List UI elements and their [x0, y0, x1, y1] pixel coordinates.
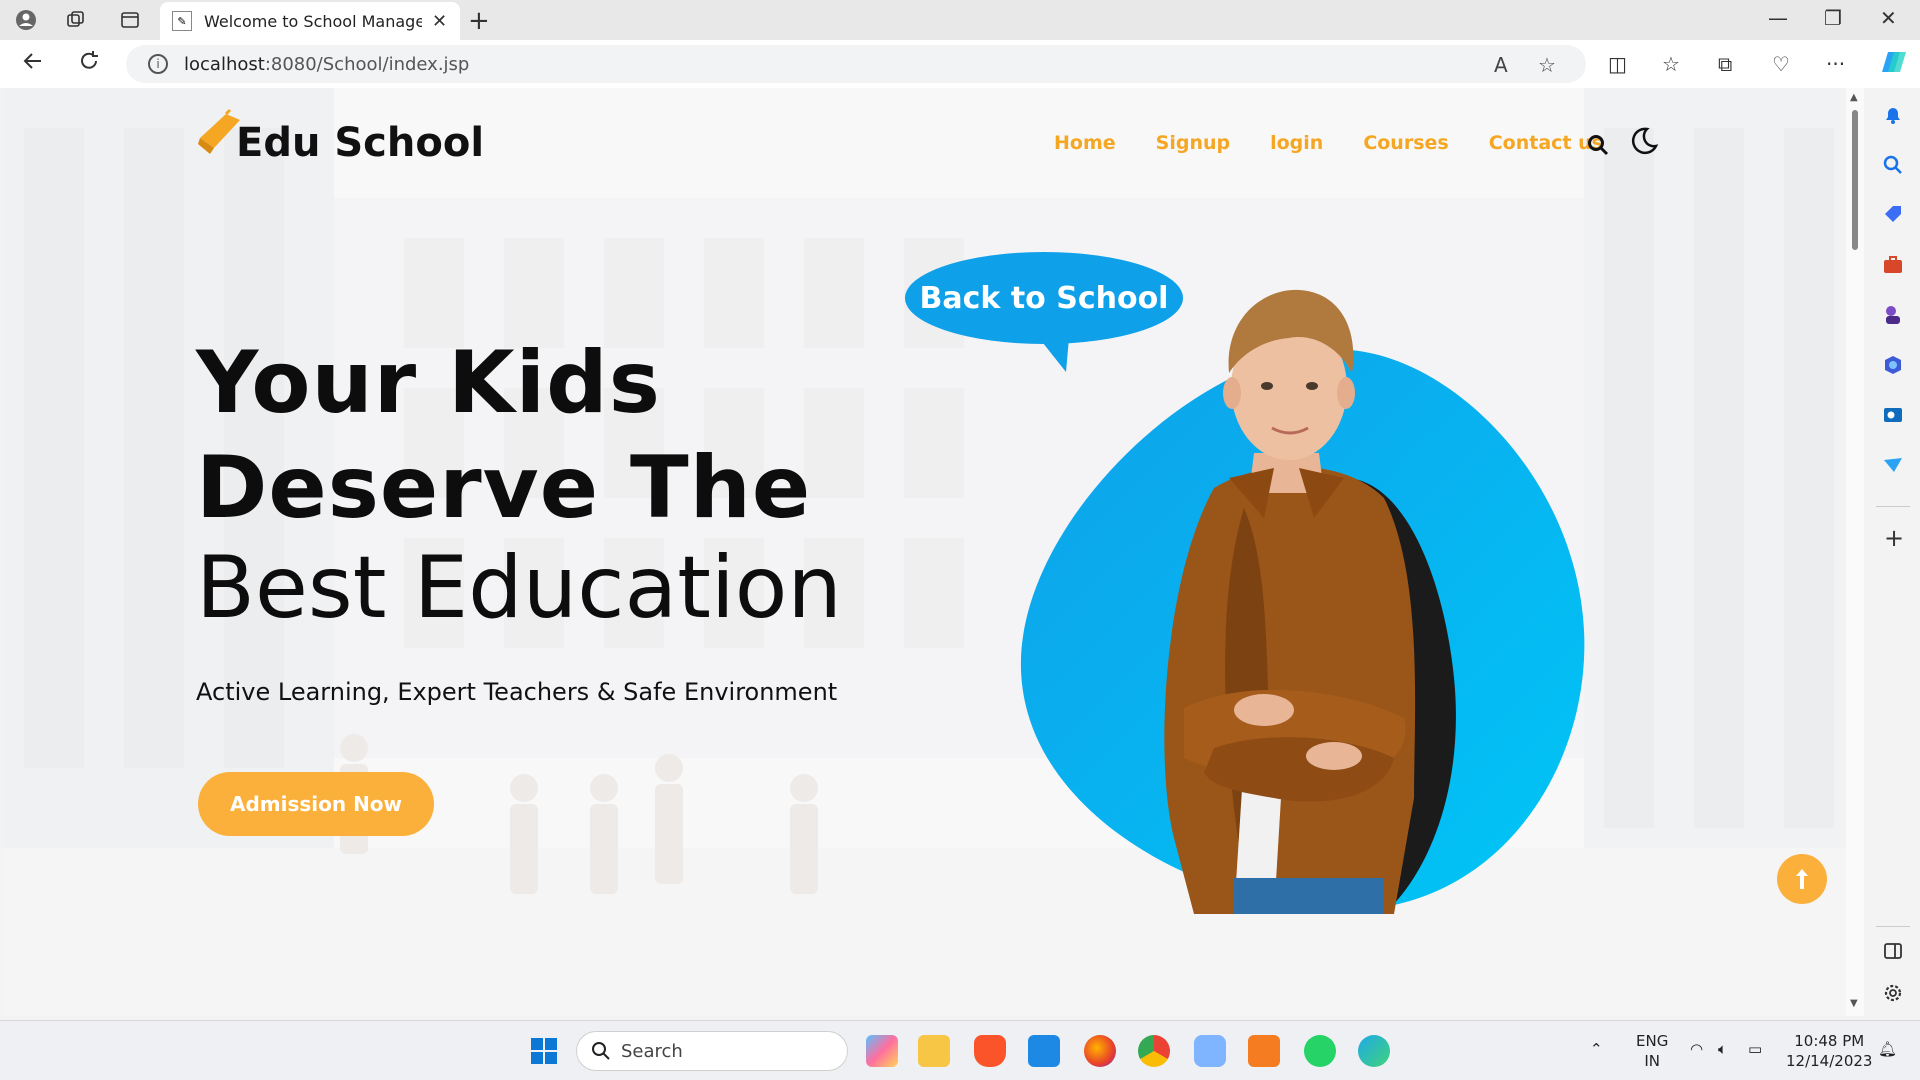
scroll-to-top-button[interactable] — [1777, 854, 1827, 904]
hero-line-2: Deserve The — [196, 438, 812, 538]
nav-login[interactable]: login — [1270, 132, 1323, 154]
vscode-icon[interactable] — [1028, 1035, 1060, 1067]
arrow-up-icon — [1796, 869, 1808, 889]
chrome-icon[interactable] — [1138, 1035, 1170, 1067]
taskbar-search-box[interactable]: Search — [576, 1031, 848, 1071]
close-tab-icon[interactable]: ✕ — [432, 11, 447, 32]
drop-send-icon[interactable] — [1882, 454, 1904, 476]
address-bar: i localhost:8080/School/index.jsp A ☆ ◫ … — [0, 40, 1920, 88]
taskbar-search-label: Search — [621, 1040, 683, 1062]
edge-sidebar: + — [1866, 88, 1920, 1016]
brave-browser-icon[interactable] — [974, 1035, 1006, 1067]
games-icon[interactable] — [1882, 304, 1904, 326]
dark-mode-moon-icon[interactable] — [1629, 126, 1659, 156]
firefox-icon[interactable] — [1084, 1035, 1116, 1067]
hero-line-3: Best Education — [196, 538, 842, 638]
sidebar-search-icon[interactable] — [1882, 154, 1904, 176]
hide-sidebar-icon[interactable] — [1882, 940, 1904, 962]
notification-bell-icon[interactable]: 🔔︎ — [1878, 1039, 1897, 1059]
hero-line-1: Your Kids — [196, 333, 661, 433]
shopping-tag-icon[interactable] — [1882, 204, 1904, 226]
more-options-icon[interactable]: ··· — [1826, 52, 1845, 76]
whatsapp-icon[interactable] — [1304, 1035, 1336, 1067]
nav-home[interactable]: Home — [1054, 132, 1116, 154]
edge-taskbar-icon[interactable] — [1358, 1035, 1390, 1067]
restore-icon[interactable]: ❐ — [1824, 6, 1842, 30]
file-explorer-icon[interactable] — [918, 1035, 950, 1067]
read-aloud-icon[interactable]: A — [1494, 53, 1508, 77]
nav-courses[interactable]: Courses — [1363, 132, 1448, 154]
copilot-icon[interactable] — [1880, 48, 1908, 81]
scroll-down-arrow-icon[interactable]: ▼ — [1850, 998, 1858, 1009]
tray-overflow-chevron-icon[interactable]: ⌃ — [1590, 1039, 1603, 1059]
url-host: localhost — [184, 53, 265, 75]
tab-title: Welcome to School Managemen — [204, 11, 422, 31]
tab-actions-icon[interactable] — [118, 8, 142, 32]
sidebar-divider — [1876, 506, 1910, 507]
sidebar-settings-gear-icon[interactable] — [1882, 982, 1904, 1004]
new-tab-icon[interactable]: + — [468, 6, 490, 36]
active-tab[interactable]: ✎ Welcome to School Managemen ✕ — [160, 2, 460, 40]
windows-taskbar: Search ⌃ ENG IN ◠ 🔈︎ ▭ 10:48 PM 12/14/20… — [0, 1020, 1920, 1080]
site-info-icon[interactable]: i — [148, 54, 168, 74]
battery-icon[interactable]: ▭ — [1748, 1039, 1762, 1059]
site-logo[interactable]: Edu School — [196, 100, 484, 166]
hero-subtitle: Active Learning, Expert Teachers & Safe … — [196, 678, 838, 706]
search-icon[interactable] — [1587, 134, 1609, 156]
add-sidebar-app-icon[interactable]: + — [1884, 524, 1904, 552]
student-boy-image — [1164, 289, 1456, 914]
region-code: IN — [1644, 1052, 1660, 1070]
volume-icon[interactable]: 🔈︎ — [1718, 1039, 1727, 1059]
favorites-icon[interactable]: ☆ — [1662, 52, 1680, 76]
lang-code: ENG — [1636, 1032, 1669, 1050]
window-close-icon[interactable]: ✕ — [1880, 6, 1897, 30]
nav-contact[interactable]: Contact us — [1489, 132, 1603, 154]
url-path: :8080/School/index.jsp — [264, 53, 470, 75]
xampp-icon[interactable] — [1248, 1035, 1280, 1067]
scrollbar-thumb[interactable] — [1852, 110, 1858, 250]
favicon-icon: ✎ — [172, 11, 192, 31]
clock-time: 10:48 PM — [1794, 1032, 1865, 1050]
favorite-star-icon[interactable]: ☆ — [1538, 53, 1556, 77]
minimize-icon[interactable]: — — [1768, 6, 1788, 30]
url-field[interactable]: i localhost:8080/School/index.jsp A ☆ — [126, 45, 1586, 83]
scroll-up-arrow-icon[interactable]: ▲ — [1850, 92, 1858, 103]
logo-text: Edu School — [236, 120, 485, 166]
clock-date: 12/14/2023 — [1786, 1052, 1873, 1070]
copilot-app-icon[interactable] — [866, 1035, 898, 1067]
sidebar-divider-bottom — [1876, 926, 1910, 927]
wifi-icon[interactable]: ◠ — [1690, 1039, 1703, 1059]
browser-essentials-icon[interactable]: ♡ — [1772, 52, 1790, 76]
collections-icon[interactable]: ⧉ — [1718, 52, 1732, 76]
hexagon-app-icon[interactable] — [1194, 1035, 1226, 1067]
main-nav: Home Signup login Courses Contact us — [1054, 132, 1603, 154]
microsoft-365-icon[interactable] — [1882, 354, 1904, 376]
workspaces-icon[interactable] — [64, 8, 88, 32]
admission-now-button[interactable]: Admission Now — [198, 772, 434, 836]
nav-signup[interactable]: Signup — [1156, 132, 1230, 154]
outlook-icon[interactable] — [1882, 404, 1904, 426]
page-viewport: Edu School Home Signup login Courses Con… — [4, 88, 1846, 1016]
tools-briefcase-icon[interactable] — [1882, 254, 1904, 276]
clock[interactable]: 10:48 PM 12/14/2023 — [1786, 1031, 1872, 1071]
back-icon[interactable] — [22, 50, 44, 78]
notification-bell-icon[interactable] — [1882, 104, 1904, 126]
language-indicator[interactable]: ENG IN — [1636, 1031, 1668, 1071]
tab-bar: ✎ Welcome to School Managemen ✕ + — ❐ ✕ — [0, 0, 1920, 40]
split-screen-icon[interactable]: ◫ — [1608, 52, 1627, 76]
profile-icon[interactable] — [14, 8, 38, 32]
page-scrollbar[interactable]: ▲ ▼ — [1846, 88, 1864, 1016]
taskbar-search-icon — [592, 1042, 610, 1060]
reload-icon[interactable] — [78, 50, 100, 78]
windows-start-icon[interactable] — [530, 1037, 558, 1065]
